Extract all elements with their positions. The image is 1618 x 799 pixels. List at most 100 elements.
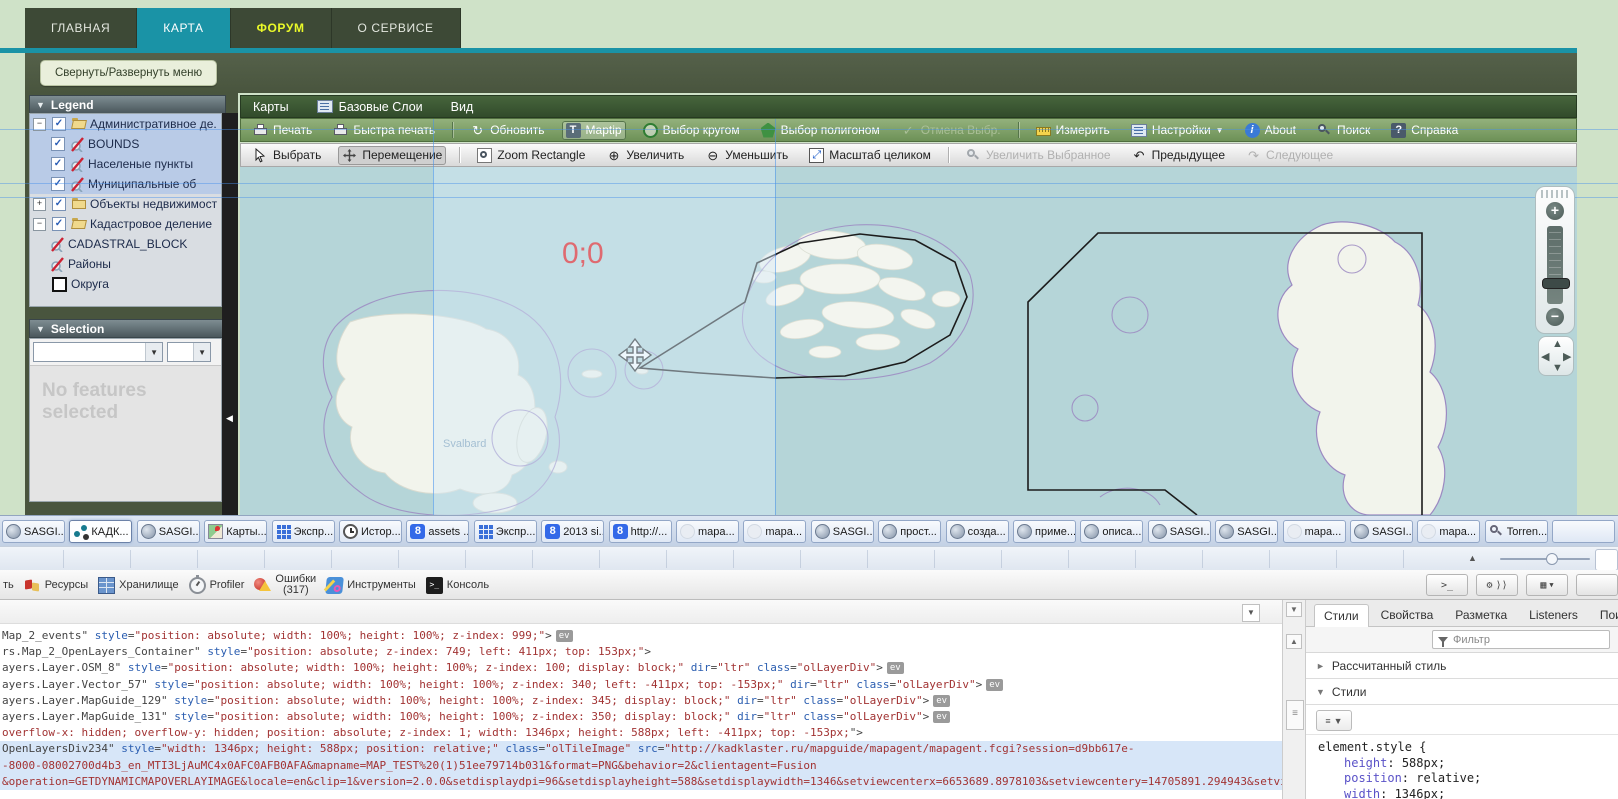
layer-row[interactable]: ✓ BOUNDS [30, 134, 221, 154]
tab-properties[interactable]: Свойства [1371, 603, 1444, 626]
code-line[interactable]: rs.Map_2_OpenLayers_Container" style="po… [2, 644, 1282, 660]
layer-checkbox[interactable]: ✓ [51, 157, 65, 171]
selection-layer-select[interactable]: ▼ [33, 342, 163, 362]
taskbar-button[interactable]: SASGI... [2, 520, 65, 543]
event-badge[interactable]: ev [986, 679, 1003, 691]
console-prompt-button[interactable]: >_ [1426, 574, 1468, 596]
event-badge[interactable]: ev [887, 662, 904, 674]
next-view-button[interactable]: ↷Следующее [1242, 146, 1337, 165]
zoom-out-button[interactable]: ⊖Уменьшить [701, 146, 792, 165]
zoom-rectangle-button[interactable]: Zoom Rectangle [473, 146, 589, 165]
clear-selection-button[interactable]: ✓Отмена Выбр. [897, 121, 1005, 140]
tabstrip-box[interactable] [1595, 549, 1618, 571]
zoom-slider-track[interactable] [1547, 226, 1563, 304]
css-property-name[interactable]: width [1344, 787, 1395, 799]
pan-down-icon[interactable]: ▼ [1552, 362, 1563, 374]
taskbar-button[interactable]: 8assets ... [406, 520, 469, 543]
layer-group-row[interactable]: − ✓ Кадастровое деление [30, 214, 221, 234]
print-button[interactable]: Печать [249, 121, 316, 140]
tabstrip-slider[interactable] [1500, 558, 1590, 560]
taskbar-button[interactable]: Истор... [339, 520, 402, 543]
expand-icon[interactable]: + [33, 198, 46, 211]
code-line[interactable]: OpenLayersDiv234" style="width: 1346px; … [0, 741, 1282, 757]
code-line[interactable]: ayers.Layer.Vector_57" style="position: … [2, 677, 1282, 693]
select-circle-button[interactable]: Выбор кругом [639, 121, 744, 140]
maptip-button[interactable]: TMaptip [562, 121, 626, 140]
taskbar-button[interactable] [1552, 520, 1615, 543]
rule-view-options-button[interactable]: ≡▼ [1316, 710, 1352, 731]
taskbar-button[interactable]: SASGI... [811, 520, 874, 543]
measure-button[interactable]: Измерить [1032, 121, 1114, 139]
devtools-splitter[interactable]: ▼ ▲ ≡ [1282, 600, 1306, 799]
tab-search[interactable]: Поиск [1590, 603, 1618, 626]
tab-about-service[interactable]: О СЕРВИСЕ [332, 8, 461, 48]
taskbar-button[interactable]: SASGI... [1148, 520, 1211, 543]
code-line[interactable]: &operation=GETDYNAMICMAPOVERLAYIMAGE&loc… [0, 774, 1282, 790]
zoom-control-grip[interactable] [1541, 190, 1569, 198]
collapse-down-icon[interactable]: ▼ [1286, 602, 1302, 617]
style-filter-input[interactable]: Фильтр [1432, 630, 1610, 649]
panel-tools[interactable]: Инструменты [326, 577, 416, 594]
panel-chooser-button[interactable]: ▦▼ [1526, 574, 1568, 596]
pan-tool-button[interactable]: Перемещение [338, 146, 446, 165]
taskbar-button[interactable]: приме... [1013, 520, 1076, 543]
taskbar-button[interactable]: SASGI... [137, 520, 200, 543]
taskbar-button[interactable]: Экспр... [474, 520, 537, 543]
taskbar-button[interactable]: SASGI... [1350, 520, 1413, 543]
scroll-up-icon[interactable]: ▲ [1468, 553, 1477, 563]
dock-button[interactable] [1576, 574, 1618, 596]
css-property-value[interactable]: 1346px [1395, 787, 1446, 799]
partial-panel-label[interactable]: ть [3, 579, 14, 591]
menu-view[interactable]: Вид [451, 100, 474, 114]
taskbar-button[interactable]: Карты... [204, 520, 267, 543]
collapse-icon[interactable]: − [33, 218, 46, 231]
layer-checkbox[interactable]: ✓ [51, 137, 65, 151]
help-button[interactable]: ?Справка [1387, 121, 1462, 140]
zoom-slider-thumb[interactable] [1542, 278, 1570, 289]
previous-view-button[interactable]: ↶Предыдущее [1128, 146, 1229, 165]
tab-forum[interactable]: ФОРУМ [231, 8, 332, 48]
taskbar-button[interactable]: Экспр... [272, 520, 335, 543]
code-line[interactable]: ayers.Layer.OSM_8" style="position: abso… [2, 660, 1282, 676]
tab-listeners[interactable]: Listeners [1519, 603, 1588, 626]
tab-styles[interactable]: Стили [1314, 604, 1369, 627]
code-line[interactable]: -8000-08002700d4b3_en_MTI3LjAuMC4x0AFC0A… [0, 758, 1282, 774]
pan-left-icon[interactable]: ◀ [1541, 350, 1549, 363]
collapse-menu-button[interactable]: Свернуть/Развернуть меню [40, 60, 217, 86]
taskbar-button[interactable]: mapa... [676, 520, 739, 543]
zoom-in-map-button[interactable]: + [1546, 202, 1564, 220]
panel-errors[interactable]: Ошибки(317) [254, 574, 316, 596]
pan-right-icon[interactable]: ▶ [1563, 350, 1571, 363]
css-property-name[interactable]: position [1344, 771, 1416, 785]
layer-checkbox[interactable]: ✓ [52, 117, 66, 131]
taskbar-button[interactable]: SASGI... [1215, 520, 1278, 543]
quick-print-button[interactable]: Быстра печать [329, 121, 439, 140]
panel-console[interactable]: >_Консоль [426, 577, 489, 594]
tab-layout[interactable]: Разметка [1445, 603, 1517, 626]
code-line[interactable]: Map_2_events" style="position: absolute;… [2, 628, 1282, 644]
collapse-icon[interactable]: − [33, 118, 46, 131]
taskbar-button[interactable]: прост... [878, 520, 941, 543]
tab-main[interactable]: ГЛАВНАЯ [25, 8, 137, 48]
css-property-value[interactable]: relative [1416, 771, 1481, 785]
layer-checkbox[interactable]: ✓ [52, 197, 66, 211]
selection-panel-header[interactable]: ▼ Selection [29, 319, 226, 338]
map-canvas[interactable]: 0;0 Svalbard [240, 167, 1577, 515]
menu-maps[interactable]: Карты [253, 100, 289, 114]
layer-row[interactable]: ✓ Муниципальные об [30, 174, 221, 194]
panel-storage[interactable]: Хранилище [98, 577, 178, 594]
code-line[interactable]: ayers.Layer.MapGuide_131" style="positio… [2, 709, 1282, 725]
slider-knob[interactable] [1546, 553, 1558, 565]
event-badge[interactable]: ev [933, 695, 950, 707]
zoom-full-extent-button[interactable]: ⤢Масштаб целиком [805, 146, 935, 165]
devtools-settings-button[interactable]: ⚙⟩⟩ [1476, 574, 1518, 596]
layer-group-row[interactable]: − ✓ Административное де. [30, 114, 221, 134]
zoom-in-button[interactable]: ⊕Увеличить [602, 146, 688, 165]
taskbar-button[interactable]: mapa... [1283, 520, 1346, 543]
splitter-grip[interactable]: ≡ [1286, 700, 1304, 730]
layer-row[interactable]: Округа [30, 274, 221, 294]
taskbar-button[interactable]: 82013 si... [541, 520, 604, 543]
menu-base-layers[interactable]: Базовые Слои [317, 100, 423, 114]
code-line[interactable]: ayers.Layer.MapGuide_129" style="positio… [2, 693, 1282, 709]
styles-section[interactable]: ▼ Стили [1306, 679, 1618, 705]
